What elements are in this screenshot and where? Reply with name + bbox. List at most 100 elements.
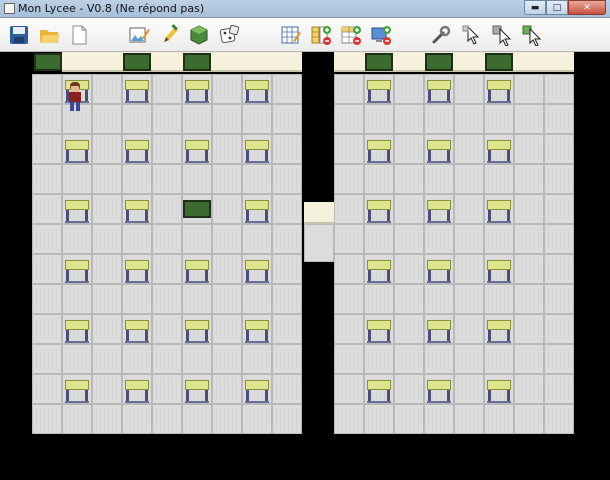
grid-edit-icon[interactable] — [280, 24, 302, 46]
floor-tile — [514, 164, 544, 194]
floor-tile — [394, 374, 424, 404]
floor-tile — [364, 284, 394, 314]
floor-tile — [92, 164, 122, 194]
floor-tile — [424, 224, 454, 254]
cursor-select-icon[interactable] — [462, 24, 484, 46]
minimize-button[interactable]: ▬ — [524, 0, 546, 15]
floor-tile — [454, 134, 484, 164]
floor-tile — [32, 344, 62, 374]
floor-tile — [334, 284, 364, 314]
floor-tile — [334, 74, 364, 104]
pencil-icon[interactable] — [158, 24, 180, 46]
floor-tile — [62, 164, 92, 194]
dice-icon[interactable] — [218, 24, 240, 46]
floor-tile — [394, 404, 424, 434]
floor-tile — [394, 74, 424, 104]
floor-tile — [394, 134, 424, 164]
floor-tile — [514, 254, 544, 284]
student-character[interactable] — [66, 82, 84, 112]
folder-open-icon[interactable] — [38, 24, 60, 46]
floor-tile — [484, 224, 514, 254]
floor-tile — [454, 254, 484, 284]
floor-tile — [212, 224, 242, 254]
floor-tile — [92, 374, 122, 404]
floor-tile — [364, 224, 394, 254]
floor-tile — [152, 314, 182, 344]
floor-tile — [334, 344, 364, 374]
wall-cell — [212, 52, 242, 72]
close-button[interactable]: ✕ — [568, 0, 606, 15]
floor-tile — [394, 224, 424, 254]
floor-tile — [242, 404, 272, 434]
floor-tile — [454, 284, 484, 314]
floor-tile — [212, 254, 242, 284]
floor-tile — [152, 194, 182, 224]
floor-tile — [92, 344, 122, 374]
floor-tile — [152, 344, 182, 374]
window-title: Mon Lycee - V0.8 (Ne répond pas) — [18, 2, 205, 15]
floor-tile — [272, 404, 302, 434]
desk — [424, 374, 454, 404]
floor-tile — [454, 374, 484, 404]
floor-tile — [182, 104, 212, 134]
new-document-icon[interactable] — [68, 24, 90, 46]
add-row-icon[interactable] — [310, 24, 332, 46]
floor-tile — [544, 404, 574, 434]
floor-tile — [152, 254, 182, 284]
add-screen-icon[interactable] — [370, 24, 392, 46]
floor-tile — [122, 224, 152, 254]
picture-pencil-icon[interactable] — [128, 24, 150, 46]
floor-tile — [334, 224, 364, 254]
floor-tile — [454, 404, 484, 434]
floor-tile — [424, 284, 454, 314]
cursor-multi-icon[interactable] — [492, 24, 514, 46]
add-column-icon[interactable] — [340, 24, 362, 46]
wrench-icon[interactable] — [430, 24, 452, 46]
floor-tile — [454, 164, 484, 194]
desk — [242, 314, 272, 344]
desk — [122, 314, 152, 344]
floor-tile — [272, 344, 302, 374]
desk — [484, 134, 514, 164]
floor-tile — [334, 194, 364, 224]
floor-tile — [32, 374, 62, 404]
corridor-door[interactable] — [304, 202, 334, 262]
wall-cell — [394, 52, 424, 72]
desk — [484, 194, 514, 224]
blackboard — [485, 53, 513, 71]
wall-cell — [242, 52, 272, 72]
cursor-green-icon[interactable] — [522, 24, 544, 46]
floor-tile — [122, 284, 152, 314]
floor-tile — [394, 164, 424, 194]
desk — [424, 74, 454, 104]
blackboard — [365, 53, 393, 71]
floor-tile — [364, 164, 394, 194]
desk — [182, 314, 212, 344]
floor-tile — [92, 404, 122, 434]
floor-tile — [544, 104, 574, 134]
floor-tile — [364, 344, 394, 374]
blackboard — [183, 53, 211, 71]
floor-tile — [394, 104, 424, 134]
school-map-canvas[interactable] — [0, 52, 610, 480]
floor-tile — [394, 314, 424, 344]
floor-tile — [62, 224, 92, 254]
save-icon[interactable] — [8, 24, 30, 46]
floor-tile — [62, 404, 92, 434]
floor-tile — [152, 74, 182, 104]
desk — [364, 194, 394, 224]
floor-tile — [544, 224, 574, 254]
floor-tile — [212, 164, 242, 194]
maximize-button[interactable]: □ — [546, 0, 568, 15]
floor-tile — [424, 164, 454, 194]
wall-cell — [152, 52, 182, 72]
floor-tile — [544, 284, 574, 314]
desk — [364, 374, 394, 404]
blackboard — [123, 53, 151, 71]
floor-tile — [242, 104, 272, 134]
floor-tile — [514, 404, 544, 434]
desk — [62, 314, 92, 344]
floor-tile — [32, 134, 62, 164]
floor-tile — [514, 74, 544, 104]
green-board-icon[interactable] — [188, 24, 210, 46]
